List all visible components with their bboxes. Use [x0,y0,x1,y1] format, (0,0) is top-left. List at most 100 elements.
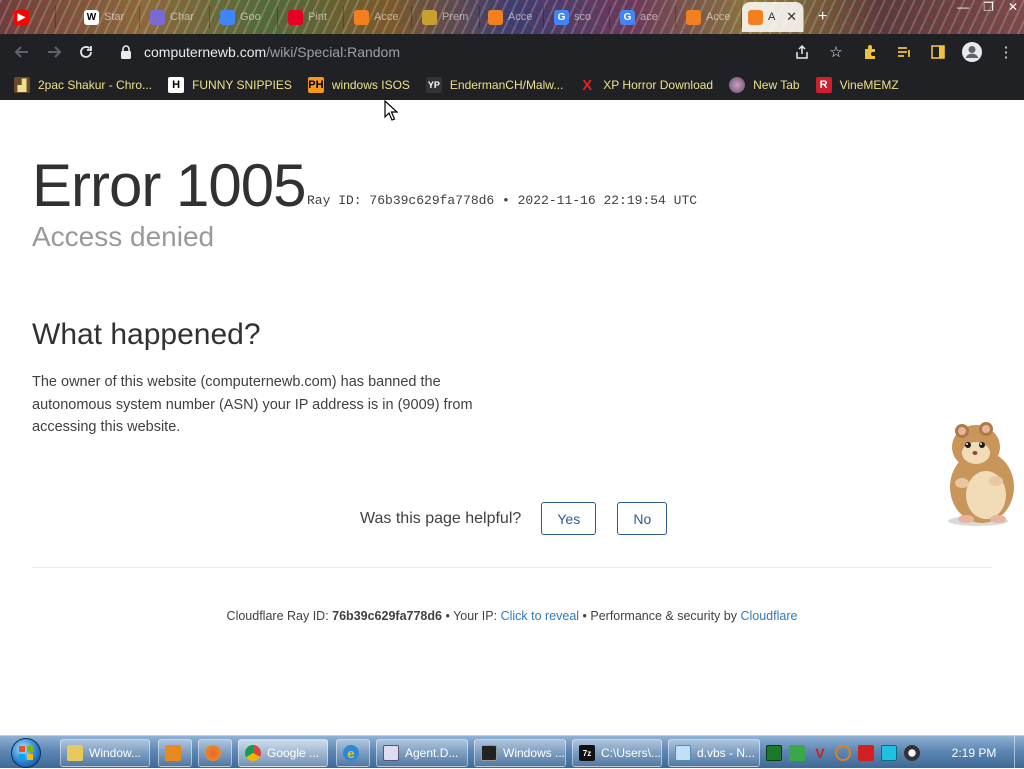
tab-label: Pint [308,11,327,23]
tab-access-denied[interactable]: Acce [348,6,412,28]
folder-icon [67,745,83,761]
minimize-icon[interactable]: — [957,0,969,14]
footer-ray-prefix: Cloudflare Ray ID: [226,609,333,623]
tab-google-search[interactable]: G ace [614,6,676,28]
bookmark-new-tab[interactable]: New Tab [729,77,800,93]
share-icon[interactable] [790,36,814,68]
tab-google-search[interactable]: G sco [548,6,610,28]
bookmark-xp-horror[interactable]: X XP Horror Download [579,76,713,94]
bookmark-endermanch[interactable]: YP EndermanCH/Malw... [425,77,563,93]
bookmark-funny-snippies[interactable]: H FUNNY SNIPPIES [168,77,292,93]
tab-wikipedia[interactable]: W Star [78,6,140,28]
ph-icon: PH [307,77,324,93]
yes-button[interactable]: Yes [541,502,597,535]
menu-dots-icon[interactable]: ⋮ [994,36,1018,68]
windows-logo-icon [11,737,41,768]
tab-access-denied[interactable]: Acce [482,6,544,28]
notepad-icon [675,745,691,761]
tab-label: Acce [706,11,731,23]
ie-icon: e [343,745,359,761]
network-icon[interactable] [789,744,805,761]
task-manager-icon[interactable] [766,744,782,761]
back-button[interactable] [6,36,38,68]
start-button[interactable] [4,736,48,769]
bookmark-label: windows ISOS [331,78,410,92]
reload-button[interactable] [70,36,102,68]
magnifier-icon[interactable] [835,744,851,761]
taskbar-item-explorer[interactable]: Window... [60,739,150,767]
taskbar-item-7zip[interactable]: 7z C:\Users\... [572,739,662,767]
pinterest-icon [288,9,303,25]
taskbar-item-windows-cmd[interactable]: Windows ... [474,739,566,767]
google-icon: G [554,9,569,25]
tab-active[interactable]: A ✕ [742,2,804,32]
lock-icon [121,45,131,59]
taskbar-item-paint[interactable] [198,739,232,767]
wikipedia-icon: W [84,9,99,25]
tab-close-icon[interactable]: ✕ [786,9,797,25]
x-icon: X [582,76,593,94]
taskbar-label: C:\Users\... [601,746,662,760]
bookmark-2pac[interactable]: ▟ 2pac Shakur - Chro... [14,77,152,93]
tab-pinterest[interactable]: Pint [282,6,344,28]
tab-google[interactable]: Goo [214,6,278,28]
bookmark-vinememz[interactable]: R VineMEMZ [815,77,899,93]
terminal-icon [481,745,497,761]
youtube-icon: ▶ [14,9,29,25]
bookmark-label: FUNNY SNIPPIES [192,78,292,92]
bookmark-label: 2pac Shakur - Chro... [38,78,153,92]
taskbar-item-ie[interactable]: e [336,739,370,767]
vivaldi-icon[interactable]: V [812,745,828,761]
profile-avatar-icon[interactable] [960,36,984,68]
7zip-icon: 7z [579,745,595,761]
omnibox[interactable]: computernewb.com/wiki/Special:Random [110,38,854,66]
flag-icon[interactable] [858,744,874,761]
tab-label: Acce [508,11,533,23]
media-player-icon [165,745,181,761]
new-tab-button[interactable]: + [812,6,840,28]
footer: Cloudflare Ray ID: 76b39c629fa778d6 • Yo… [0,609,1024,623]
forward-button[interactable] [38,36,70,68]
hamster-pet-icon[interactable] [936,421,1020,527]
no-button[interactable]: No [617,502,668,535]
taskbar-item-notepad[interactable]: d.vbs - N... [668,739,760,767]
side-panel-icon[interactable] [926,36,950,68]
tab-label: Star [104,11,125,23]
taskbar-label: Agent.D... [405,746,459,760]
tab-premium[interactable]: Prem [416,6,480,28]
premium-icon [422,9,437,25]
reveal-ip-link[interactable]: Click to reveal [501,609,580,623]
taskbar-clock[interactable]: 2:19 PM [938,736,1010,769]
footer-ray-id: 76b39c629fa778d6 [332,609,442,623]
restore-icon[interactable]: ❐ [983,0,994,14]
tab-chat[interactable]: Char [144,6,210,28]
taskbar-item-chrome[interactable]: Google ... [238,739,328,767]
taskbar-item-agent[interactable]: Agent.D... [376,739,468,767]
volume-icon[interactable] [904,744,920,761]
tab-youtube[interactable]: ▶ [8,6,56,28]
address-bar-row: computernewb.com/wiki/Special:Random ☆ ⋮ [0,34,1024,70]
mouse-cursor-icon [384,100,398,121]
google-icon: G [620,9,635,25]
show-desktop-button[interactable] [1014,736,1024,769]
cloudflare-link[interactable]: Cloudflare [740,609,797,623]
footer-perf-prefix: • Performance & security by [579,609,741,623]
footer-divider [32,567,992,568]
taskbar: Window... Google ... e Agent.D... Window… [0,735,1024,769]
close-window-icon[interactable]: ✕ [1008,0,1018,14]
media-queue-icon[interactable] [892,36,916,68]
error-subtitle: Access denied [32,221,215,252]
arrow-left-icon [14,46,28,58]
bookmark-windows-isos[interactable]: PH windows ISOS [307,77,410,93]
taskbar-item-media-player[interactable] [158,739,192,767]
feedback-label: Was this page helpful? [360,509,522,527]
taskbar-label: d.vbs - N... [697,746,756,760]
ray-id-meta: Ray ID: 76b39c629fa778d6 • 2022-11-16 22… [307,193,698,208]
globe-icon [729,77,746,93]
extensions-icon[interactable] [858,36,882,68]
tab-access-denied[interactable]: Acce [680,6,742,28]
bookmark-star-icon[interactable]: ☆ [824,36,848,68]
chat-icon [150,9,165,25]
bookmarks-bar: ▟ 2pac Shakur - Chro... H FUNNY SNIPPIES… [0,70,1024,100]
monitor-icon[interactable] [881,744,897,761]
